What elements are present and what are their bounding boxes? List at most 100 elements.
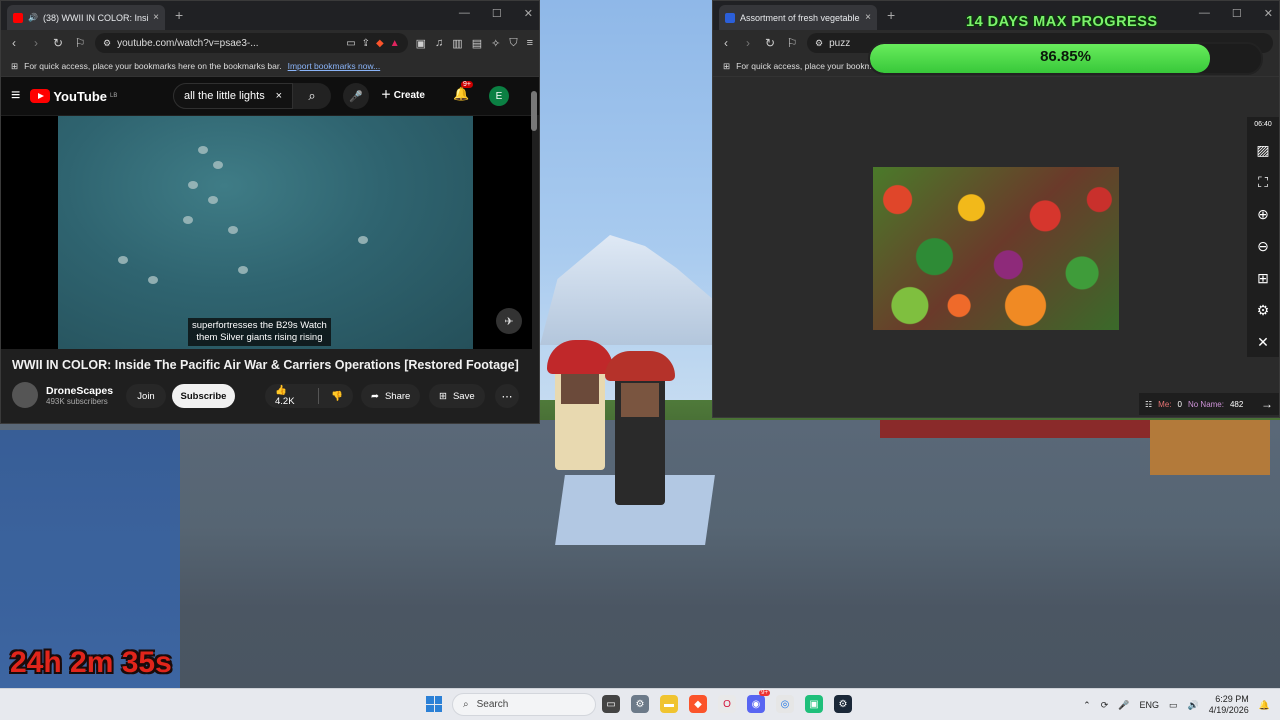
vegetable-puzzle-board[interactable] [873,167,1119,330]
vpn-icon[interactable]: ⛉ [509,37,517,50]
start-button[interactable] [426,696,442,712]
new-tab-button[interactable]: + [175,7,183,23]
reload-icon[interactable]: ↻ [51,36,65,50]
menu-icon[interactable]: ≡ [527,37,533,50]
apps-grid-icon[interactable]: ⊞ [723,61,730,72]
speaker-icon[interactable]: 🔊 [1188,700,1199,711]
close-puzzle-icon[interactable]: ✕ [1247,326,1279,358]
clock[interactable]: 6:29 PM 4/19/2026 [1209,694,1249,716]
wallet-icon[interactable]: ▤ [472,37,482,50]
tab-close-icon[interactable]: × [865,12,871,23]
opera-icon[interactable]: O [718,695,736,713]
dislike-button[interactable]: 👎 [331,391,343,402]
apps-grid-icon[interactable]: ⊞ [11,61,18,72]
screenshot-icon[interactable]: ▣ [416,37,426,50]
search-button[interactable]: ⌕ [293,83,331,109]
taskbar-search[interactable]: ⌕ Search [452,693,596,716]
chevron-up-icon[interactable]: ⌃ [1083,700,1091,711]
wooden-structure [1150,420,1270,475]
search-input[interactable]: all the little lights × [173,83,293,109]
youtube-logo[interactable]: YouTube LB [30,89,117,104]
chrome-icon[interactable]: ◎ [776,695,794,713]
maximize-icon[interactable]: ☐ [492,7,502,20]
hamburger-menu-icon[interactable]: ≡ [11,87,20,105]
site-info-icon[interactable]: ⚙ [815,38,823,49]
create-button[interactable]: ＋ Create [381,86,425,101]
notification-bell-icon[interactable]: 🔔 [1259,700,1270,711]
site-info-icon[interactable]: ⚙ [103,38,111,49]
voice-search-button[interactable]: 🎤 [343,83,369,109]
like-button[interactable]: 👍 4.2K [275,385,306,407]
close-window-icon[interactable]: ✕ [524,7,533,20]
bookmark-icon[interactable]: ⚐ [73,36,87,50]
tab-youtube[interactable]: 🔊 (38) WWII IN COLOR: Inside T × [7,5,165,30]
image-preview-icon[interactable]: ▨ [1247,134,1279,166]
clear-search-icon[interactable]: × [276,90,282,102]
arrow-right-icon[interactable]: → [1261,397,1273,411]
cloud [208,196,218,204]
pieces-grid-icon[interactable]: ⊞ [1247,262,1279,294]
settings-icon[interactable]: ⚙ [631,695,649,713]
file-explorer-icon[interactable]: ▬ [660,695,678,713]
music-icon[interactable]: ♫ [435,37,443,50]
forward-icon[interactable]: › [741,36,755,50]
import-bookmarks-link[interactable]: Import bookmarks now... [288,61,381,71]
youtube-play-icon [30,89,51,103]
cast-icon[interactable]: ▭ [346,38,355,49]
video-player[interactable]: superfortresses the B29s Watch them Silv… [1,116,532,349]
app-icon[interactable]: ▣ [805,695,823,713]
zoom-in-icon[interactable]: ⊕ [1247,198,1279,230]
minimize-icon[interactable]: — [1199,7,1210,20]
channel-watermark-icon[interactable]: ✈ [496,308,522,334]
back-icon[interactable]: ‹ [719,36,733,50]
youtube-favicon-icon [13,12,23,23]
new-tab-button[interactable]: + [887,7,895,23]
brave-browser-icon[interactable]: ◆ [689,695,707,713]
steam-icon[interactable]: ⚙ [834,695,852,713]
cloud [198,146,208,154]
leo-icon[interactable]: ✧ [491,37,500,50]
reload-icon[interactable]: ↻ [763,36,777,50]
notifications-button[interactable]: 🔔 9+ [453,81,473,102]
zoom-out-icon[interactable]: ⊖ [1247,230,1279,262]
discord-icon[interactable]: ◉ 9+ [747,690,770,713]
character-face [561,374,599,404]
like-dislike-group: 👍 4.2K 👎 [265,384,353,408]
sync-icon[interactable]: ⟳ [1101,700,1109,711]
share-label: Share [384,390,411,402]
task-view-icon[interactable]: ▭ [602,695,620,713]
scrollbar[interactable] [531,91,537,131]
subscribe-button[interactable]: Subscribe [172,384,235,408]
account-avatar[interactable]: E [489,86,509,106]
back-icon[interactable]: ‹ [7,36,21,50]
youtube-browser-window: 🔊 (38) WWII IN COLOR: Inside T × + — ☐ ✕… [0,0,540,424]
language-indicator[interactable]: ENG [1139,700,1159,710]
tab-puzzle[interactable]: Assortment of fresh vegetables × [719,5,877,30]
tab-close-icon[interactable]: × [153,12,159,23]
network-icon[interactable]: ▭ [1169,700,1178,711]
puzzle-time: 06:40 [1254,121,1272,128]
share-page-icon[interactable]: ⇪ [362,38,370,49]
brave-shield-icon[interactable]: ◆ [376,38,384,49]
address-bar[interactable]: ⚙ youtube.com/watch?v=psae3-... ▭ ⇪ ◆ ▲ [95,33,408,53]
minimize-icon[interactable]: — [459,7,470,20]
save-button[interactable]: ⊞ Save [429,384,485,408]
maximize-icon[interactable]: ☐ [1232,7,1242,20]
share-button[interactable]: ➦ Share [361,384,421,408]
sidebar-icon[interactable]: ▥ [452,37,462,50]
channel-avatar[interactable] [12,382,38,408]
fullscreen-icon[interactable]: ⛶ [1247,166,1279,198]
brave-rewards-icon[interactable]: ▲ [390,38,400,49]
bookmark-icon[interactable]: ⚐ [785,36,799,50]
bookmarks-hint: For quick access, place your bookmarks h… [24,61,282,71]
settings-gear-icon[interactable]: ⚙ [1247,294,1279,326]
video-frame: superfortresses the B29s Watch them Silv… [58,116,473,349]
microphone-icon[interactable]: 🎤 [1118,700,1129,711]
save-label: Save [452,390,475,402]
speaker-icon[interactable]: 🔊 [28,13,38,22]
forward-icon[interactable]: › [29,36,43,50]
join-button[interactable]: Join [126,384,166,408]
more-actions-button[interactable]: ⋯ [495,384,519,408]
channel-name[interactable]: DroneScapes [46,385,113,397]
close-window-icon[interactable]: ✕ [1264,7,1273,20]
